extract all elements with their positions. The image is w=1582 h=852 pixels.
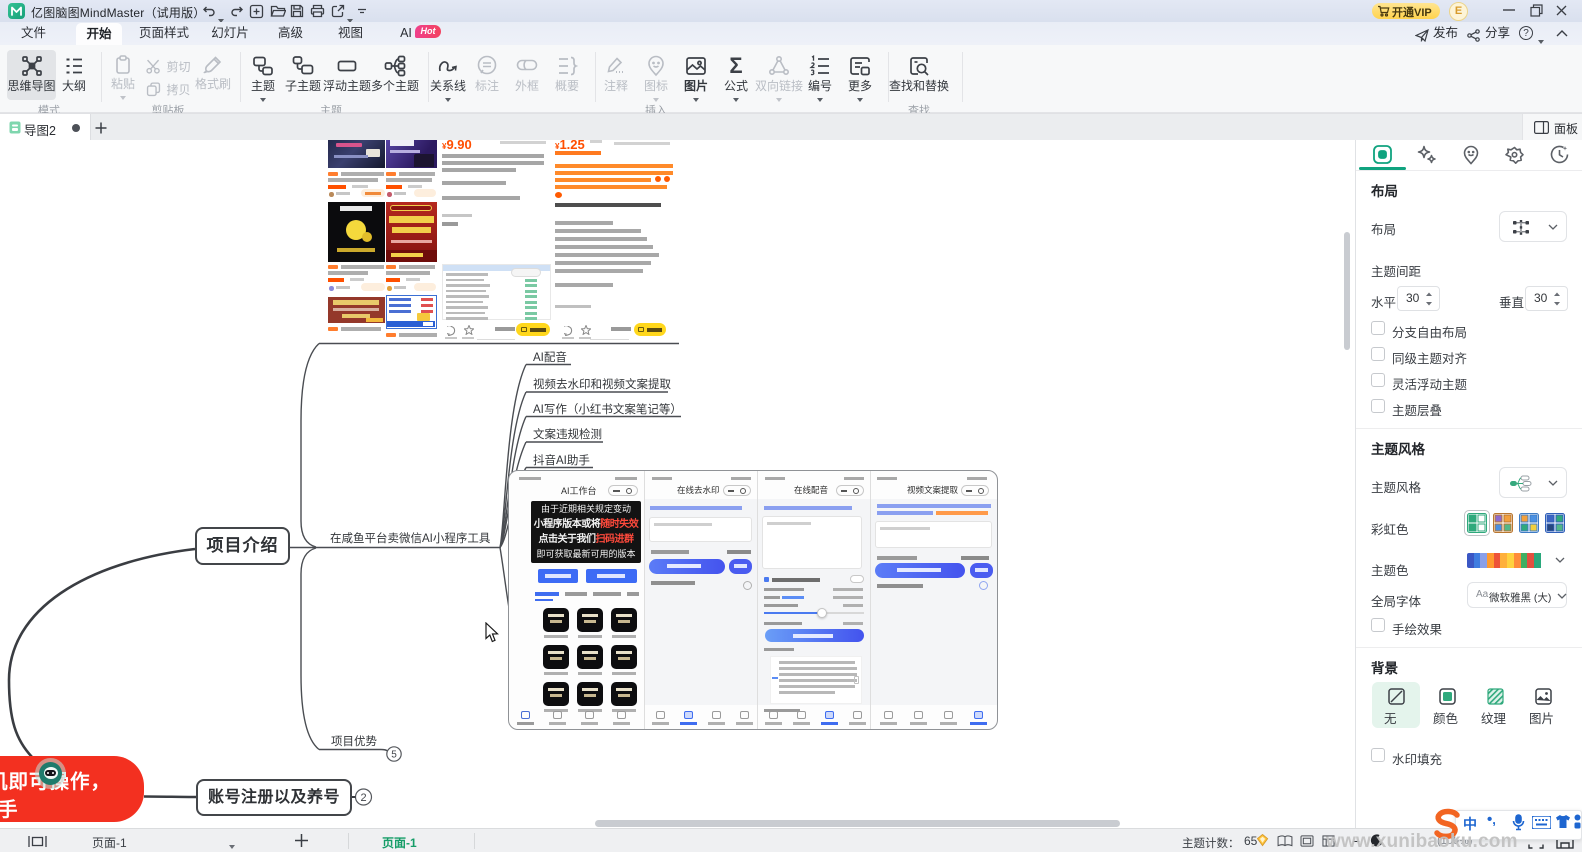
svg-text:5: 5 xyxy=(391,750,397,761)
svg-text:2: 2 xyxy=(360,792,366,804)
